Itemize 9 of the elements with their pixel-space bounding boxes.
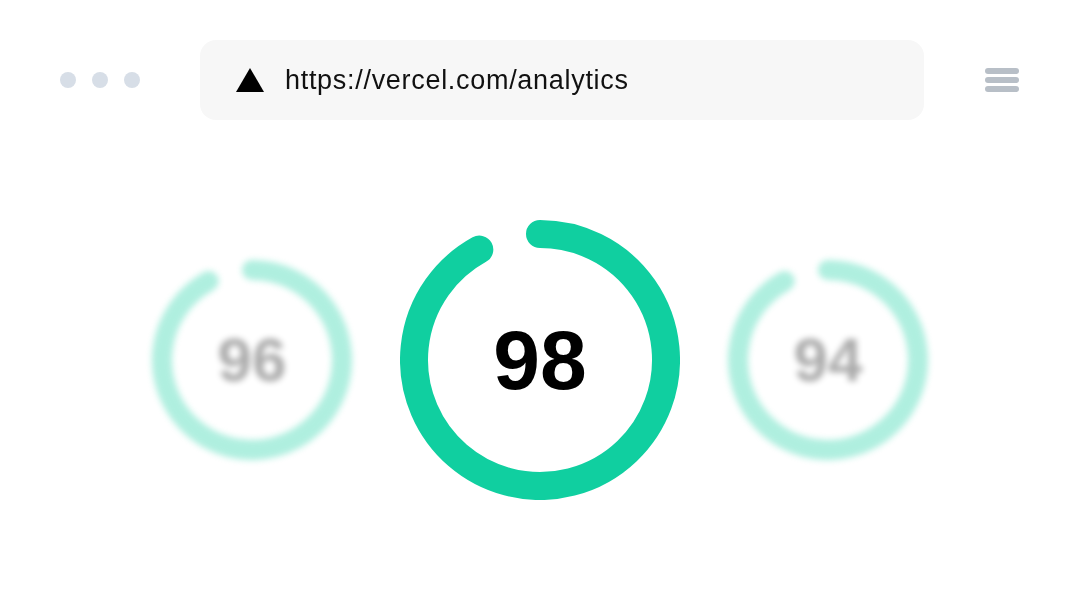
score-value: 96 <box>217 329 287 391</box>
window-dot <box>92 72 108 88</box>
menu-icon[interactable] <box>985 68 1019 92</box>
score-value: 98 <box>493 318 587 402</box>
window-dot <box>60 72 76 88</box>
triangle-icon <box>236 68 264 92</box>
window-dot <box>124 72 140 88</box>
address-bar[interactable]: https://vercel.com/analytics <box>200 40 924 120</box>
score-value: 94 <box>793 329 863 391</box>
